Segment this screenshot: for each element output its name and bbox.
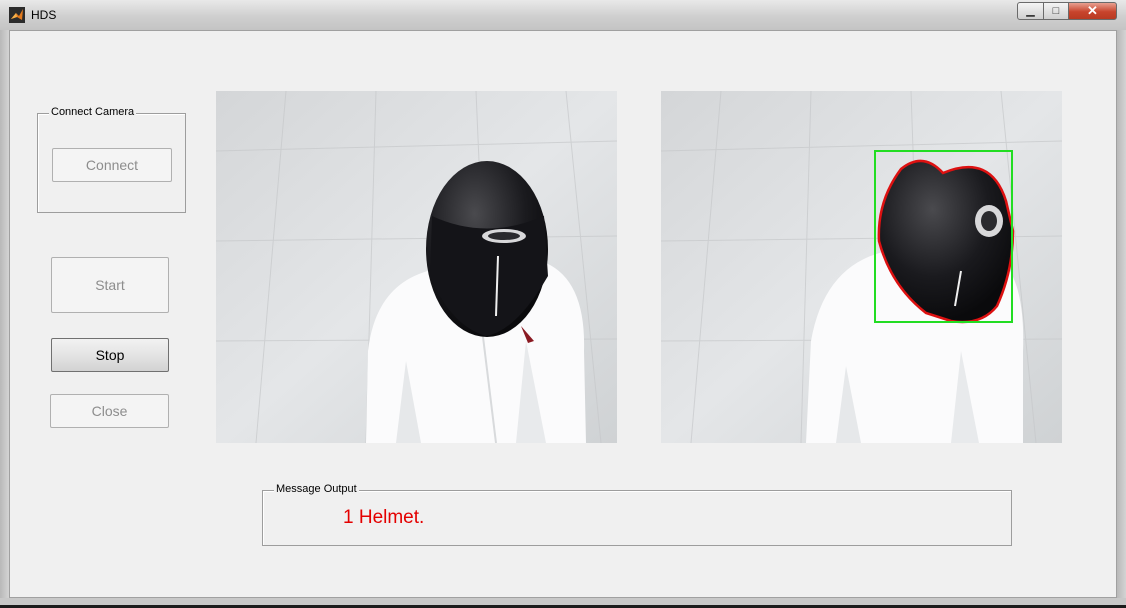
close-button[interactable]: Close — [50, 394, 169, 428]
window-frame-bottom — [0, 598, 1126, 605]
message-output-panel: Message Output 1 Helmet. — [262, 483, 1012, 546]
window-frame-right — [1117, 30, 1126, 604]
maximize-button[interactable]: □ — [1043, 2, 1069, 20]
minimize-button[interactable]: ▁ — [1017, 2, 1044, 20]
start-button[interactable]: Start — [51, 257, 169, 313]
window-title: HDS — [31, 8, 57, 22]
connect-camera-panel: Connect Camera Connect — [37, 106, 186, 213]
connect-camera-panel-title: Connect Camera — [49, 106, 137, 118]
figure-area: Connect Camera Connect Start Stop Close — [9, 30, 1117, 598]
close-window-button[interactable]: ✕ — [1068, 2, 1117, 20]
connect-button[interactable]: Connect — [52, 148, 172, 182]
message-output-panel-title: Message Output — [274, 483, 359, 495]
title-bar: HDS ▁ □ ✕ — [0, 0, 1126, 31]
detection-result-image — [661, 91, 1062, 443]
matlab-logo-icon — [9, 7, 25, 23]
camera-feed-image — [216, 91, 617, 443]
message-output-text: 1 Helmet. — [343, 507, 425, 528]
stop-button[interactable]: Stop — [51, 338, 169, 372]
window-frame-left — [0, 30, 9, 604]
